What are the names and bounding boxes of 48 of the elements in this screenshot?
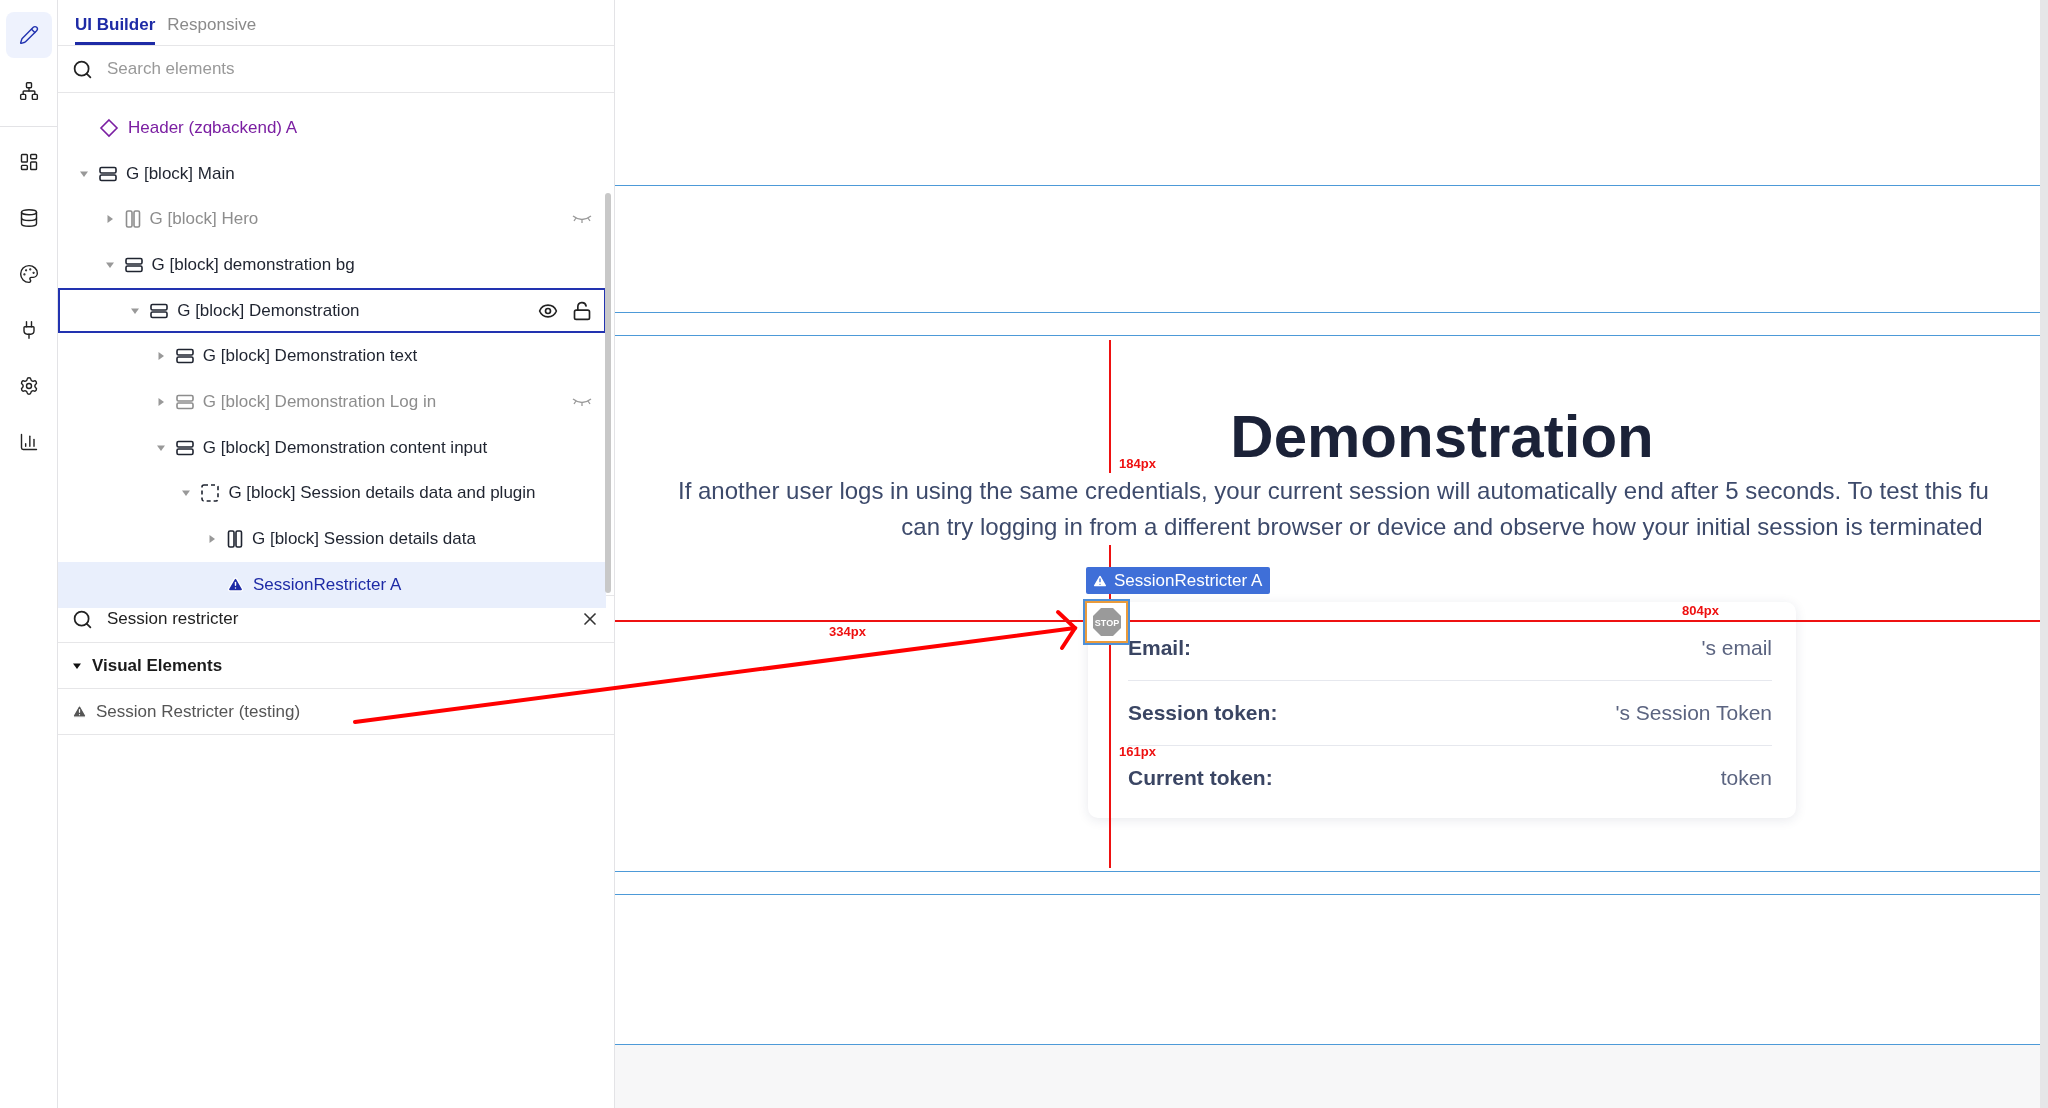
unlocked-lock-icon[interactable]	[572, 300, 592, 321]
warning-icon	[227, 576, 244, 594]
page-title: Demonstration	[1230, 402, 1654, 472]
search-icon	[72, 608, 93, 630]
rows-icon	[175, 439, 194, 456]
tab[interactable]: UI Builder	[75, 0, 156, 45]
tree-item[interactable]: Header (zqbackend) A	[58, 105, 606, 151]
group-header[interactable]: Visual Elements	[58, 643, 614, 689]
element-badge[interactable]: SessionRestricter A	[1086, 567, 1271, 594]
tree-item[interactable]: G [block] Main	[58, 150, 606, 197]
tree-item[interactable]: SessionRestricter A	[58, 561, 606, 608]
detail-label: Current token:	[1128, 766, 1273, 790]
distance-label: 161px	[1119, 744, 1156, 759]
warning-icon	[1092, 572, 1108, 589]
search-field[interactable]: Search elements	[105, 58, 600, 80]
columns-icon	[227, 530, 243, 549]
rows-icon	[124, 256, 143, 273]
detail-value: token	[1720, 766, 1772, 790]
tree-item[interactable]: G [block] demonstration bg	[58, 242, 606, 288]
warning-icon	[72, 704, 87, 719]
rows-icon	[150, 302, 169, 319]
detail-label: Session token:	[1128, 701, 1278, 725]
distance-label: 804px	[1682, 603, 1719, 618]
stop-sign-icon: STOP	[1091, 607, 1122, 637]
plugin-item[interactable]: Session Restricter (testing)	[58, 689, 614, 735]
tree-item[interactable]: G [block] Session details data	[58, 516, 606, 562]
pencil-icon[interactable]	[5, 12, 52, 58]
closed-eye-icon[interactable]	[572, 396, 592, 407]
closed-eye-icon[interactable]	[572, 214, 592, 225]
detail-value: 's email	[1701, 636, 1772, 660]
dashed-box-icon	[201, 484, 220, 503]
tree-item[interactable]: G [block] Demonstration	[58, 287, 606, 334]
tree-item[interactable]: G [block] Demonstration text	[58, 333, 606, 380]
diamond-icon	[99, 117, 119, 138]
tree-item[interactable]: G [block] Demonstration content input	[58, 424, 606, 471]
tree-item[interactable]: G [block] Session details data and plugin	[58, 470, 606, 517]
search-field[interactable]: Session restricter	[105, 608, 568, 630]
detail-label: Email:	[1128, 636, 1192, 660]
distance-label: 334px	[829, 624, 866, 639]
scrollbar-thumb[interactable]	[605, 193, 611, 593]
rows-icon	[99, 165, 117, 182]
rows-icon	[175, 393, 194, 410]
description-text: can try logging in from a different browser or device and observe how your initial session is terminated	[901, 509, 1983, 545]
distance-label: 184px	[1119, 456, 1156, 471]
rows-icon	[175, 348, 194, 365]
columns-icon	[124, 210, 141, 229]
search-icon	[72, 58, 93, 80]
detail-value: 's Session Token	[1615, 701, 1772, 725]
